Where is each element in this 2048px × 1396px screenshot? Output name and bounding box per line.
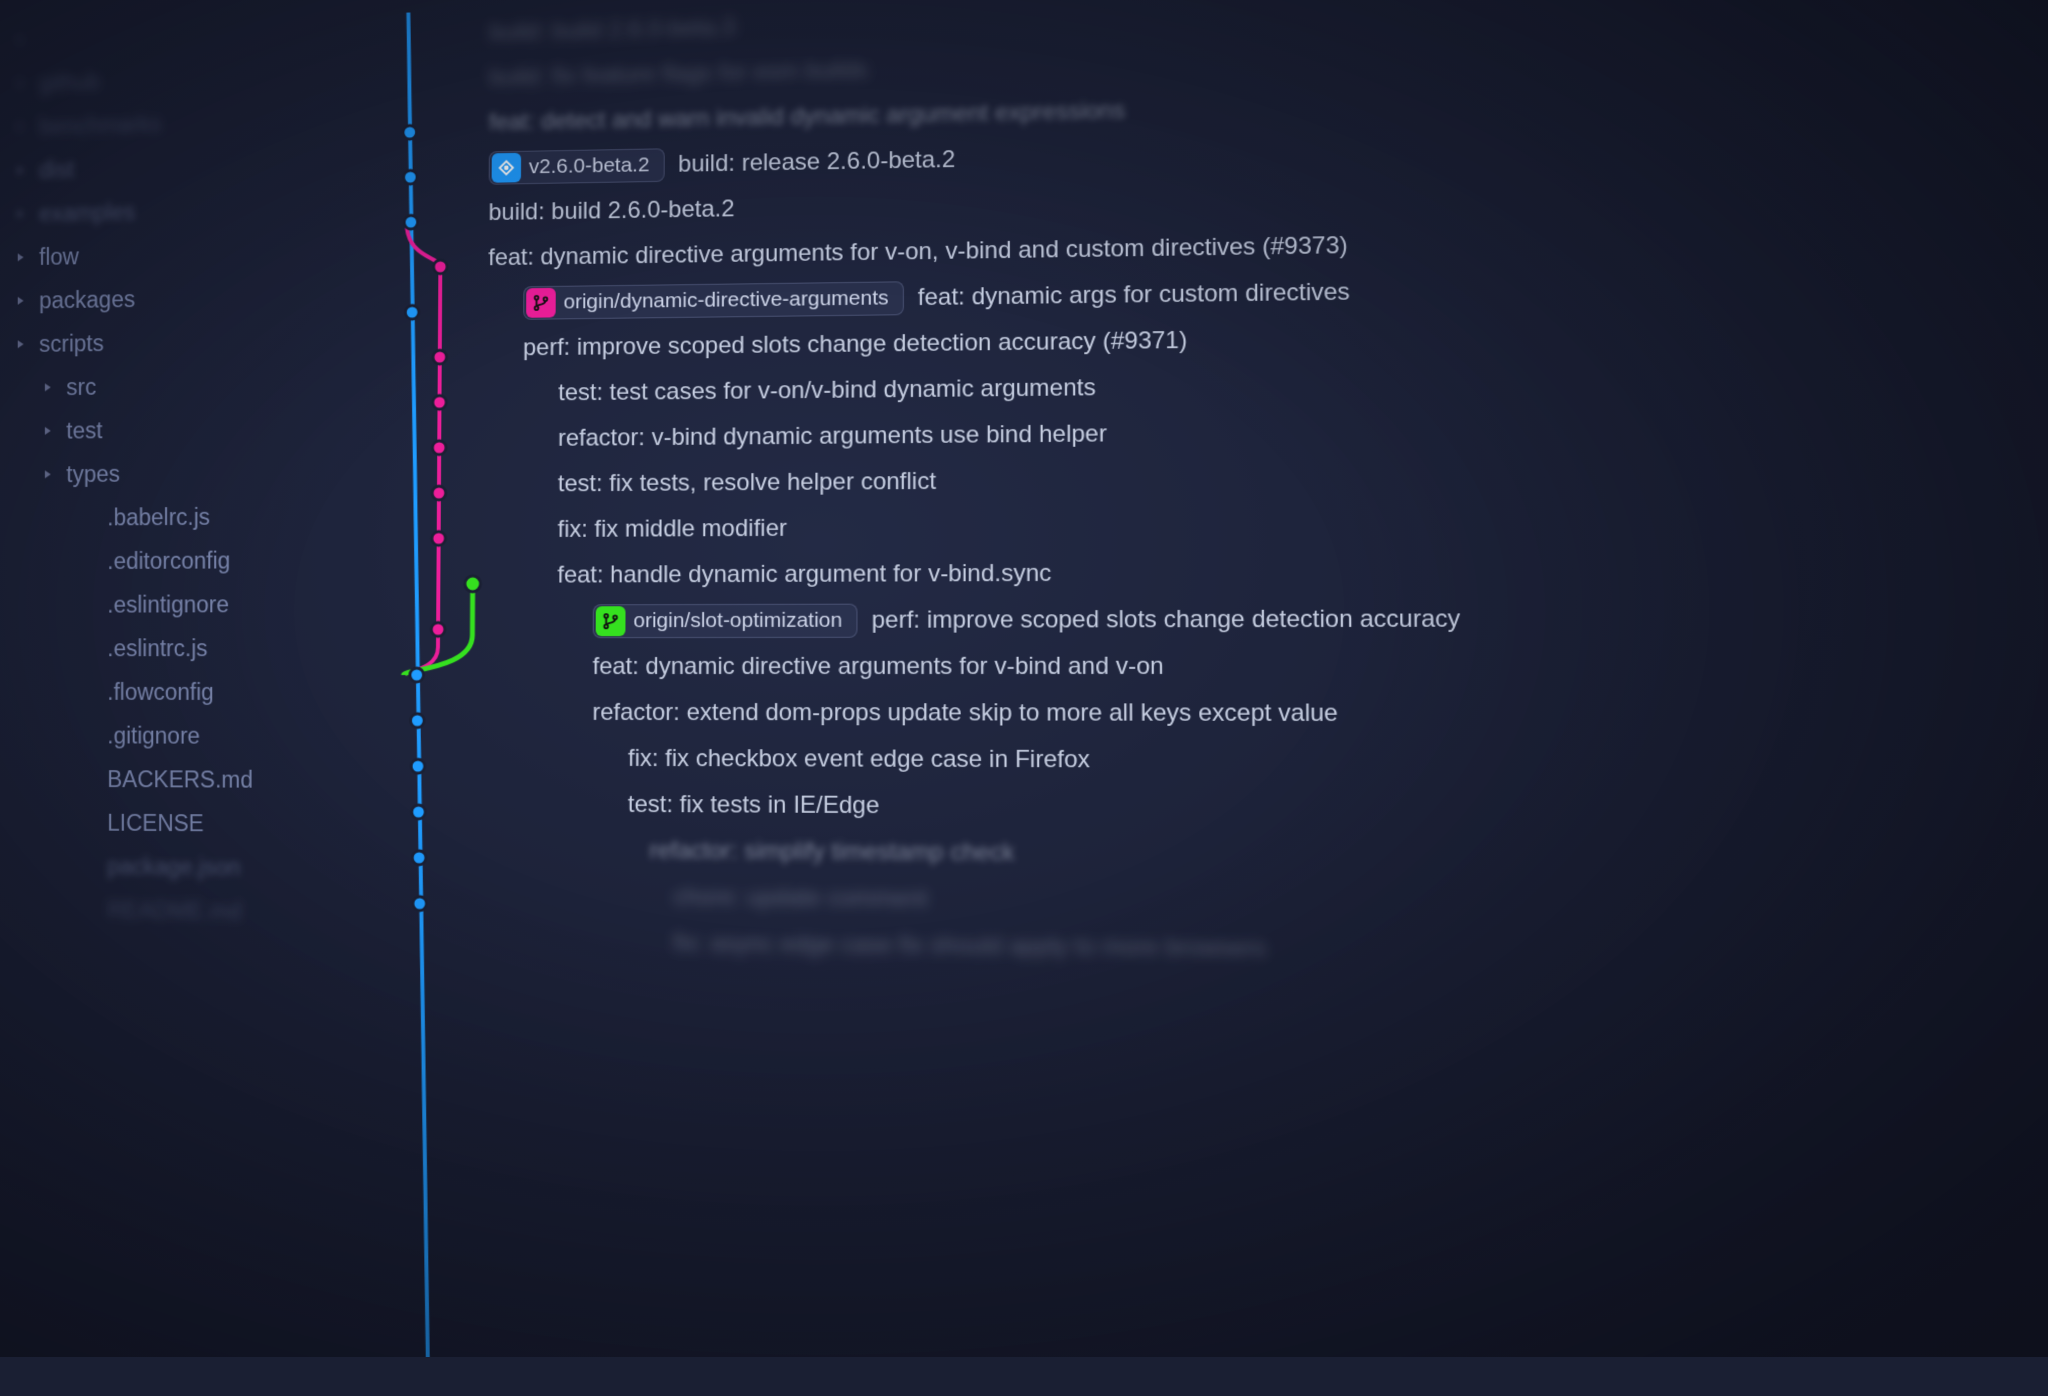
tree-item-label: package.json	[107, 853, 240, 881]
commit-row[interactable]: feat: dynamic directive arguments for v-…	[452, 642, 2048, 690]
commit-message: build: build 2.6.0-beta.3	[489, 14, 734, 47]
commit-message: fix: fix middle modifier	[558, 515, 787, 544]
tree-item-label: examples	[39, 198, 135, 227]
tree-file[interactable]: .flowconfig	[6, 670, 330, 714]
tree-folder[interactable]: benchmarks	[6, 98, 330, 149]
expand-arrow-icon	[14, 209, 28, 219]
tree-folder[interactable]: github	[6, 54, 330, 106]
badge-label: v2.6.0-beta.2	[529, 153, 650, 179]
tree-file[interactable]: LICENSE	[6, 800, 330, 846]
tag-icon	[492, 153, 522, 183]
commit-message: feat: detect and warn invalid dynamic ar…	[489, 97, 1125, 137]
commit-row[interactable]: fix: fix checkbox event edge case in Fir…	[452, 736, 2048, 788]
badge-label: origin/slot-optimization	[633, 609, 842, 633]
commit-message: build: build 2.6.0-beta.2	[488, 195, 734, 226]
commit-message: feat: handle dynamic argument for v-bind…	[557, 560, 1051, 590]
commit-message: refactor: extend dom-props update skip t…	[592, 699, 1338, 728]
expand-arrow-icon	[14, 296, 28, 306]
commit-message: build: release 2.6.0-beta.2	[678, 146, 955, 179]
tree-item-label: src	[66, 373, 96, 400]
tree-item-label: README.md	[107, 897, 241, 925]
commit-message: build: fix feature flags for esm builds	[489, 57, 867, 92]
tag-badge[interactable]: v2.6.0-beta.2	[489, 148, 665, 184]
tree-item-label: flow	[39, 243, 79, 270]
tree-file[interactable]: .eslintrc.js	[6, 626, 330, 670]
commit-message: feat: dynamic directive arguments for v-…	[488, 232, 1348, 272]
tree-folder[interactable]: test	[6, 406, 330, 453]
tree-folder[interactable]: types	[6, 450, 330, 496]
commit-message: perf: improve scoped slots change detect…	[872, 605, 1461, 635]
tree-item-label: scripts	[39, 330, 104, 358]
expand-arrow-icon	[41, 382, 55, 392]
tree-file[interactable]: .eslintignore	[6, 582, 330, 627]
tree-file[interactable]: package.json	[6, 844, 330, 890]
commit-message: refactor: v-bind dynamic arguments use b…	[558, 420, 1107, 452]
commit-message: feat: dynamic args for custom directives	[918, 278, 1350, 312]
expand-arrow-icon	[14, 339, 28, 349]
tree-item-label: .babelrc.js	[107, 503, 210, 530]
tree-item-label: BACKERS.md	[107, 766, 253, 793]
tree-file[interactable]: BACKERS.md	[6, 757, 330, 802]
commit-message: chore: update comment	[673, 883, 927, 913]
tree-item-label: types	[66, 460, 120, 487]
tree-item-label: .eslintrc.js	[107, 635, 207, 662]
file-tree-sidebar: github benchmarks dist examples flow packages…	[6, 0, 330, 1357]
tree-item-label: test	[66, 417, 102, 444]
branch-icon	[526, 288, 556, 318]
tree-item-label: .editorconfig	[107, 547, 230, 574]
tree-folder[interactable]: src	[6, 362, 330, 410]
tree-item-label: .eslintignore	[107, 591, 229, 618]
tree-item-label: .flowconfig	[107, 679, 214, 706]
expand-arrow-icon	[14, 78, 28, 88]
commit-message: feat: dynamic directive arguments for v-…	[593, 653, 1164, 681]
tree-file[interactable]: README.md	[6, 887, 330, 934]
expand-arrow-icon	[41, 469, 55, 479]
branch-badge[interactable]: origin/slot-optimization	[593, 604, 858, 638]
tree-file[interactable]: .editorconfig	[6, 538, 330, 583]
commit-message: test: fix tests, resolve helper conflict	[558, 468, 936, 498]
commit-message: perf: improve scoped slots change detect…	[523, 327, 1187, 362]
tree-folder[interactable]: dist	[6, 142, 330, 192]
branch-badge[interactable]: origin/dynamic-directive-arguments	[523, 281, 903, 320]
tree-item-label: LICENSE	[107, 809, 204, 836]
expand-arrow-icon	[14, 35, 28, 45]
tree-item-label: dist	[39, 156, 74, 183]
tree-item-label: benchmarks	[39, 110, 161, 140]
badge-label: origin/dynamic-directive-arguments	[564, 286, 889, 314]
branch-icon	[596, 606, 626, 636]
commit-message: test: test cases for v-on/v-bind dynamic…	[558, 374, 1096, 407]
tree-folder[interactable]: examples	[6, 186, 330, 236]
tree-file[interactable]: .gitignore	[6, 714, 330, 758]
expand-arrow-icon	[41, 426, 55, 436]
expand-arrow-icon	[14, 122, 28, 132]
commit-row[interactable]: fix: fix middle modifier	[453, 498, 2048, 553]
expand-arrow-icon	[14, 165, 28, 175]
commit-row[interactable]: refactor: extend dom-props update skip t…	[452, 690, 2048, 739]
tree-item-label: .gitignore	[107, 722, 200, 749]
tree-item-label: github	[39, 68, 100, 96]
commit-message: fix: fix checkbox event edge case in Fir…	[628, 745, 1090, 774]
commit-message: fix: async edge case fix should apply to…	[673, 930, 1266, 964]
tree-folder[interactable]: scripts	[6, 318, 330, 366]
tree-folder[interactable]: flow	[6, 230, 330, 279]
git-graph-panel: build: build 2.6.0-beta.3 build: fix feat…	[330, 0, 2048, 1396]
commit-row[interactable]: feat: handle dynamic argument for v-bind…	[453, 546, 2048, 599]
tree-item-label: packages	[39, 286, 135, 314]
commit-message: refactor: simplify timestamp check	[649, 837, 1014, 867]
tree-folder[interactable]: packages	[6, 274, 330, 323]
expand-arrow-icon	[14, 252, 28, 262]
tree-file[interactable]: .babelrc.js	[6, 494, 330, 540]
commit-row[interactable]: origin/slot-optimization perf: improve sc…	[453, 594, 2048, 644]
commit-message: test: fix tests in IE/Edge	[628, 791, 880, 820]
